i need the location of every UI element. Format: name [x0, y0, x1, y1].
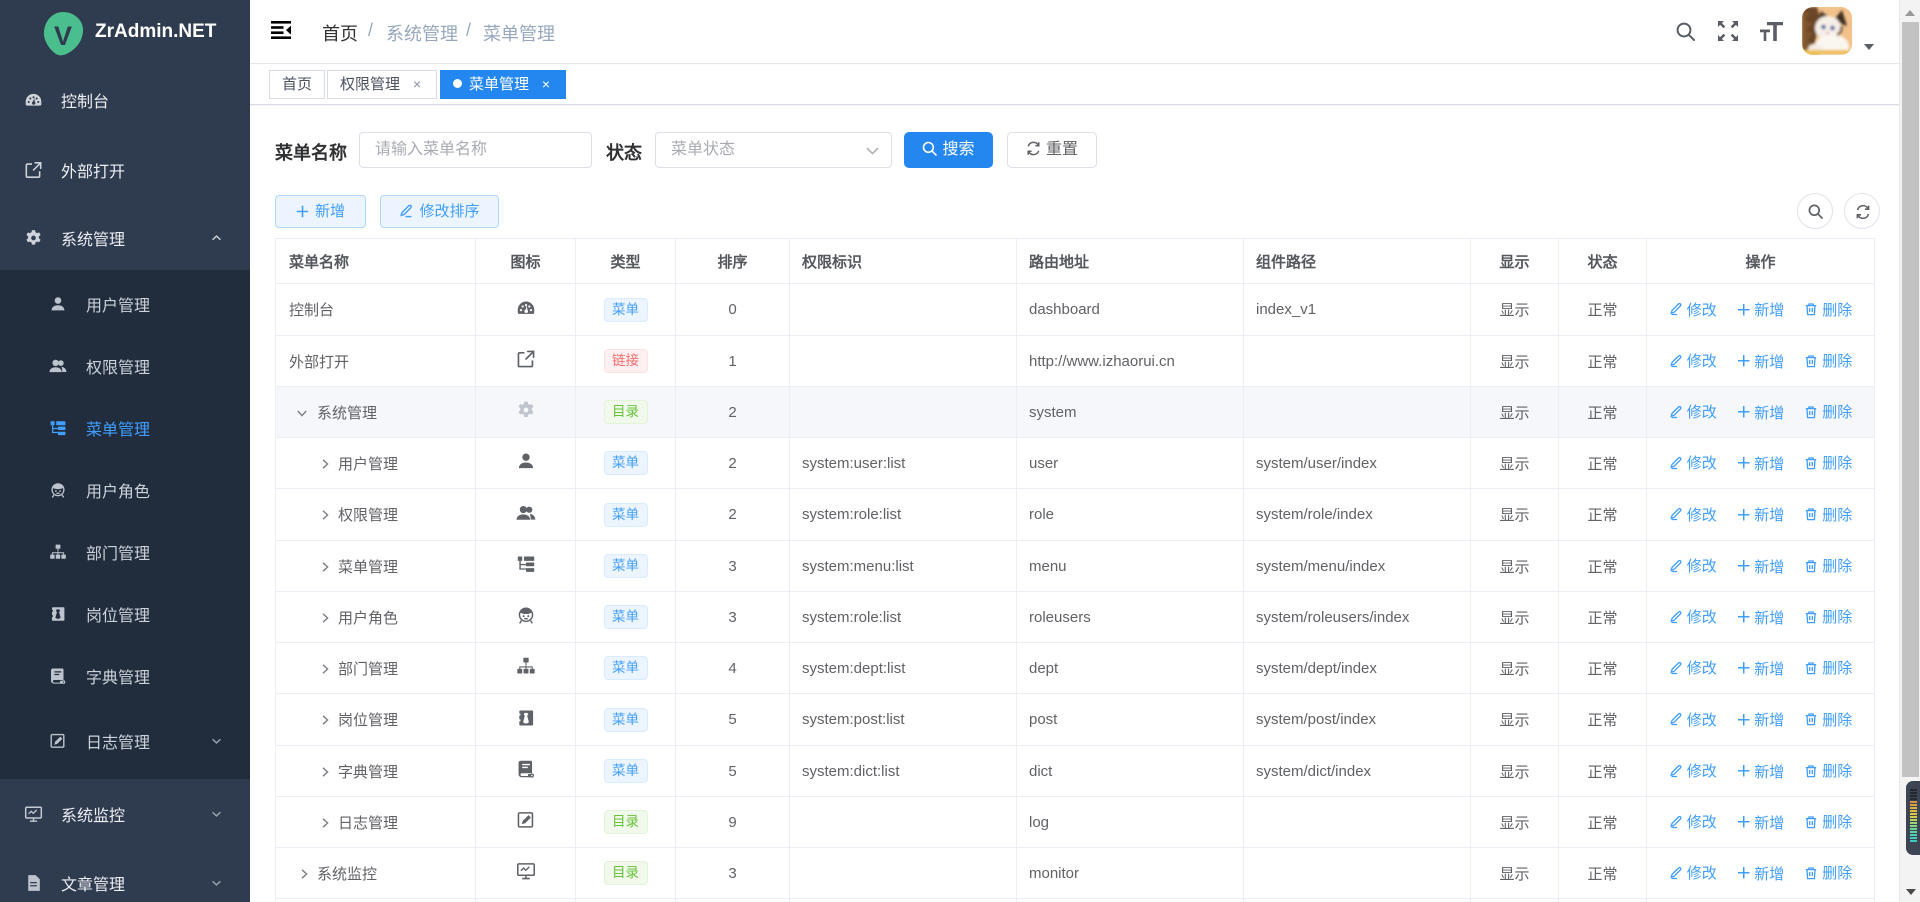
svg-text:V: V	[54, 21, 72, 51]
